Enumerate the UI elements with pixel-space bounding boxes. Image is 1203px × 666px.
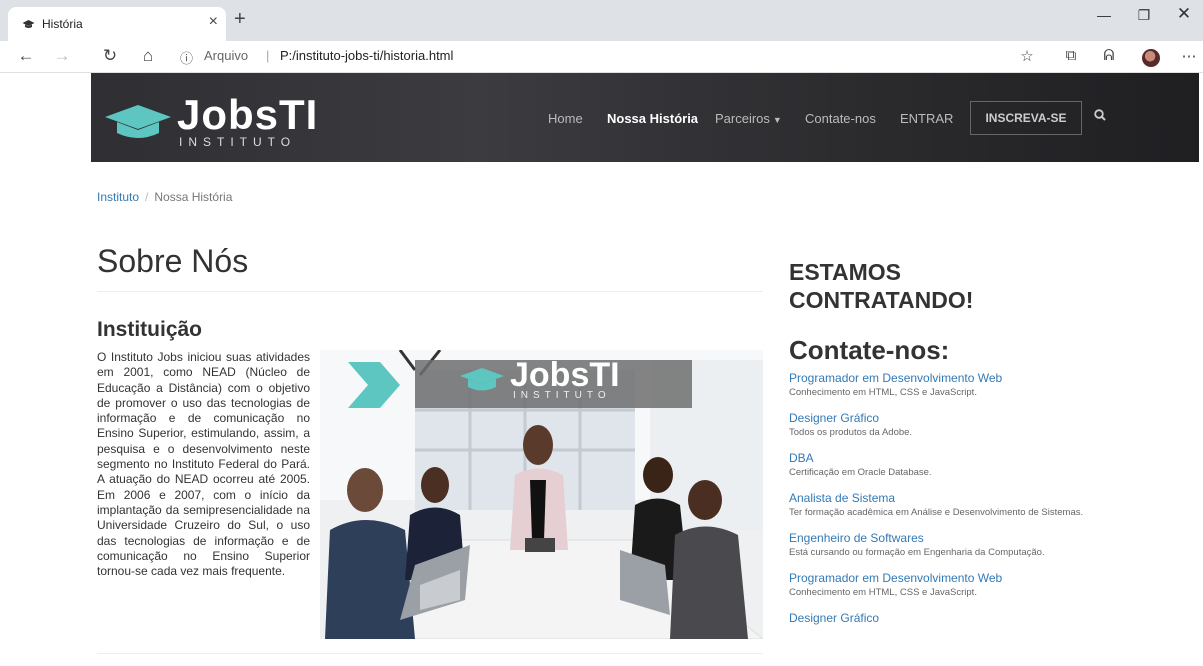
breadcrumb: Instituto / Nossa História	[97, 190, 232, 204]
job-title-link[interactable]: DBA	[789, 451, 1089, 466]
job-title-link[interactable]: Engenheiro de Softwares	[789, 531, 1089, 546]
job-description: Todos os produtos da Adobe.	[789, 427, 913, 438]
job-description: Ter formação acadêmica em Análise e Dese…	[789, 507, 1084, 518]
nav-nossa-historia[interactable]: Nossa História	[607, 111, 698, 126]
job-item: Engenheiro de Softwares Está cursando ou…	[789, 531, 1089, 560]
profile-avatar[interactable]	[1142, 49, 1160, 67]
job-item: Analista de Sistema Ter formação acadêmi…	[789, 491, 1089, 520]
inscreva-se-button[interactable]: INSCREVA-SE	[970, 101, 1082, 135]
nav-parceiros-label: Parceiros	[715, 111, 770, 126]
divider	[97, 291, 763, 292]
nav-home[interactable]: Home	[548, 111, 583, 126]
nav-entrar[interactable]: ENTRAR	[900, 111, 953, 126]
url-scheme: Arquivo	[204, 48, 249, 63]
nav-contate-nos[interactable]: Contate-nos	[805, 111, 876, 126]
image-logo-subtitle: INSTITUTO	[513, 390, 611, 401]
job-title-link[interactable]: Designer Gráfico	[789, 411, 1089, 426]
divider	[97, 653, 763, 654]
info-icon[interactable]: ⓘ	[180, 48, 193, 67]
hiring-heading: ESTAMOS CONTRATANDO!	[789, 259, 974, 313]
logo-subtitle: INSTITUTO	[179, 135, 297, 149]
collections-icon[interactable]: ⧉	[1060, 47, 1082, 64]
browser-tab-bar: História × + — ❐ ✕	[0, 0, 1203, 41]
address-bar: ← → ↻ ⌂ ⓘ Arquivo | P:/instituto-jobs-ti…	[0, 41, 1203, 73]
home-icon[interactable]: ⌂	[136, 46, 160, 66]
job-item: Designer Gráfico	[789, 611, 1089, 626]
read-aloud-icon[interactable]: ᕱ	[1098, 47, 1120, 64]
forward-icon[interactable]: →	[50, 46, 74, 66]
job-title-link[interactable]: Programador em Desenvolvimento Web	[789, 371, 1089, 386]
job-description: Conhecimento em HTML, CSS e JavaScript.	[789, 387, 977, 398]
job-item: Programador em Desenvolvimento Web Conhe…	[789, 371, 1089, 400]
graduation-cap-favicon-icon	[22, 18, 35, 31]
nav-parceiros[interactable]: Parceiros ▼	[715, 111, 782, 126]
job-description: Certificação em Oracle Database.	[789, 467, 932, 478]
new-tab-icon[interactable]: +	[234, 8, 246, 31]
job-description: Está cursando ou formação em Engenharia …	[789, 547, 1045, 558]
job-description: Conhecimento em HTML, CSS e JavaScript.	[789, 587, 977, 598]
breadcrumb-current: Nossa História	[154, 190, 233, 204]
graduation-cap-logo-icon[interactable]	[103, 103, 173, 148]
back-icon[interactable]: ←	[14, 46, 38, 66]
job-title-link[interactable]: Programador em Desenvolvimento Web	[789, 571, 1089, 586]
logo-wordmark[interactable]: JobsTI	[177, 91, 318, 139]
job-title-link[interactable]: Designer Gráfico	[789, 611, 1089, 626]
close-window-icon[interactable]: ✕	[1164, 4, 1203, 24]
tab-close-icon[interactable]: ×	[209, 13, 218, 31]
minimize-icon[interactable]: —	[1084, 7, 1124, 23]
tab-title: História	[42, 17, 83, 31]
job-item: Designer Gráfico Todos os produtos da Ad…	[789, 411, 1089, 440]
url-text[interactable]: P:/instituto-jobs-ti/historia.html	[280, 48, 453, 63]
restore-icon[interactable]: ❐	[1124, 7, 1164, 24]
breadcrumb-separator: /	[145, 190, 149, 204]
contact-heading: Contate-nos:	[789, 335, 950, 365]
reload-icon[interactable]: ↻	[98, 46, 122, 66]
favorite-star-icon[interactable]: ☆	[1016, 47, 1038, 65]
team-meeting-photo: JobsTI INSTITUTO	[320, 350, 763, 639]
section-title: Instituição	[97, 318, 203, 341]
job-item: Programador em Desenvolvimento Web Conhe…	[789, 571, 1089, 600]
browser-tab[interactable]: História ×	[8, 7, 226, 41]
history-paragraph: O Instituto Jobs iniciou suas atividades…	[97, 350, 310, 579]
breadcrumb-home-link[interactable]: Instituto	[97, 190, 139, 204]
search-icon[interactable]	[1094, 109, 1106, 124]
page-title: Sobre Nós	[97, 243, 249, 279]
job-title-link[interactable]: Analista de Sistema	[789, 491, 1089, 506]
job-item: DBA Certificação em Oracle Database.	[789, 451, 1089, 480]
url-separator: |	[266, 48, 270, 63]
caret-down-icon: ▼	[772, 115, 782, 125]
more-menu-icon[interactable]: ⋯	[1178, 47, 1200, 65]
job-list: Programador em Desenvolvimento Web Conhe…	[789, 371, 1089, 637]
url-field[interactable]: ⓘ Arquivo | P:/instituto-jobs-ti/histori…	[172, 45, 1052, 69]
site-header: JobsTI INSTITUTO Home Nossa História Par…	[91, 73, 1199, 162]
